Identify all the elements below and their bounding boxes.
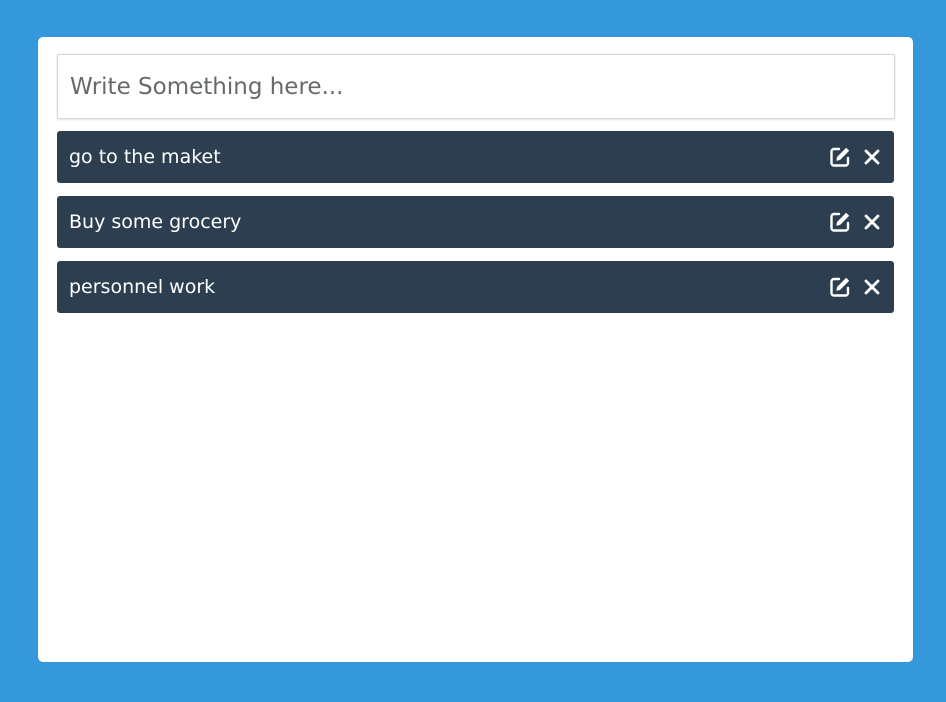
close-icon <box>864 149 880 165</box>
edit-button[interactable] <box>828 275 852 299</box>
delete-button[interactable] <box>862 277 882 297</box>
todo-item-actions <box>828 145 882 169</box>
todo-list: go to the maket Buy some grocery personn… <box>57 131 894 313</box>
todo-item: Buy some grocery <box>57 196 894 248</box>
todo-item: go to the maket <box>57 131 894 183</box>
edit-button[interactable] <box>828 145 852 169</box>
close-icon <box>864 214 880 230</box>
edit-icon <box>830 277 850 297</box>
todo-item-text: Buy some grocery <box>69 211 242 233</box>
todo-item-actions <box>828 275 882 299</box>
edit-button[interactable] <box>828 210 852 234</box>
delete-button[interactable] <box>862 147 882 167</box>
todo-item-text: personnel work <box>69 276 216 298</box>
delete-button[interactable] <box>862 212 882 232</box>
edit-icon <box>830 147 850 167</box>
edit-icon <box>830 212 850 232</box>
todo-item: personnel work <box>57 261 894 313</box>
todo-input[interactable] <box>57 54 895 119</box>
todo-item-actions <box>828 210 882 234</box>
todo-card: go to the maket Buy some grocery <box>38 37 913 662</box>
todo-item-text: go to the maket <box>69 146 221 168</box>
close-icon <box>864 279 880 295</box>
